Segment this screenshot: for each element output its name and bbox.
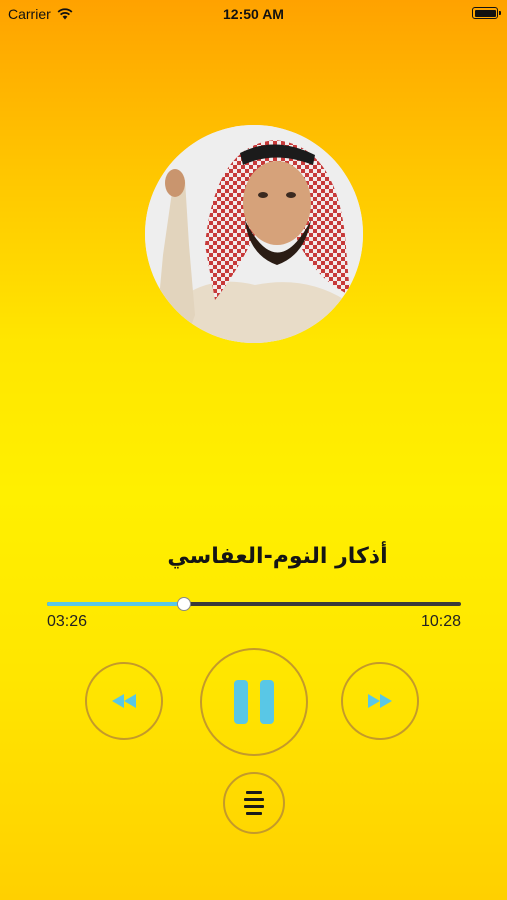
fast-forward-button[interactable] — [341, 662, 419, 740]
list-icon — [244, 791, 264, 815]
battery-icon — [472, 7, 501, 19]
reciter-portrait-image — [145, 125, 363, 343]
status-time: 12:50 AM — [223, 6, 284, 22]
track-title-text: أذكار النوم-العفاسي — [167, 544, 388, 569]
progress-fill — [47, 602, 184, 606]
reciter-artwork — [145, 125, 363, 343]
pause-icon — [234, 680, 274, 724]
status-bar: Carrier 12:50 AM — [0, 0, 507, 28]
fast-forward-icon — [368, 694, 392, 708]
progress-slider[interactable] — [47, 597, 461, 611]
track-title: أذكار النوم-العفاسي — [0, 544, 507, 584]
pause-button[interactable] — [200, 648, 308, 756]
elapsed-time: 03:26 — [47, 613, 88, 630]
rewind-button[interactable] — [85, 662, 163, 740]
progress-thumb[interactable] — [176, 597, 191, 611]
total-time: 10:28 — [420, 613, 461, 630]
playlist-button[interactable] — [223, 772, 285, 834]
rewind-icon — [112, 694, 136, 708]
